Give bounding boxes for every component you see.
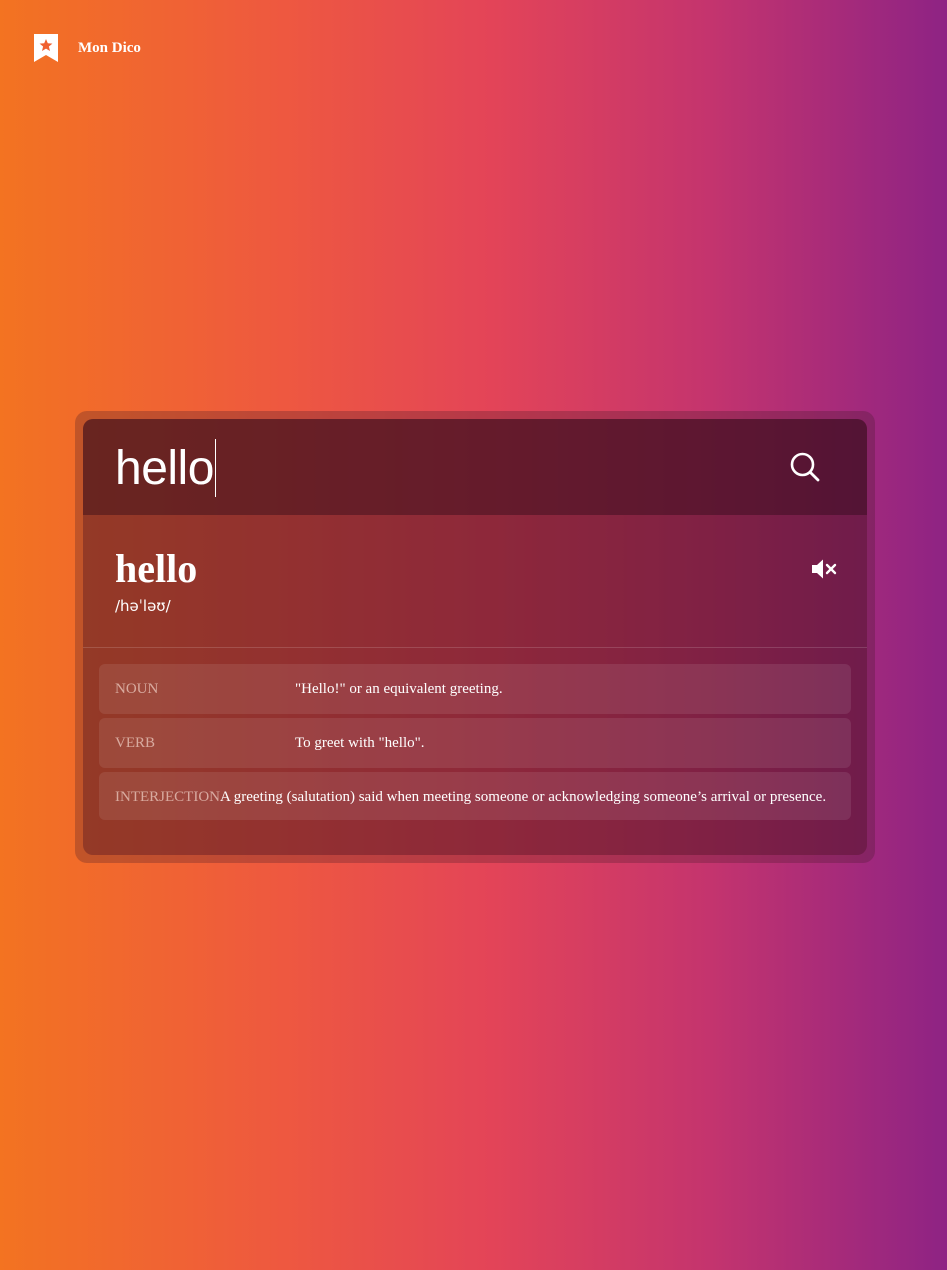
definition-row: VERB To greet with "hello".	[99, 718, 851, 768]
headword: hello	[115, 546, 198, 591]
text-caret	[214, 439, 216, 497]
definition-text: To greet with "hello".	[295, 735, 425, 751]
search-icon[interactable]	[789, 451, 821, 483]
search-input-value: hello	[115, 441, 214, 495]
word-header: hello /həˈləʊ/	[83, 515, 867, 648]
speaker-muted-icon[interactable]	[811, 558, 837, 580]
bookmark-star-icon	[34, 34, 58, 62]
dictionary-card: hello hello /həˈləʊ/ NOUN "Hello!" or an…	[75, 411, 875, 863]
part-of-speech: VERB	[115, 735, 156, 751]
brand-name: Mon Dico	[78, 39, 141, 56]
definition-text: A greeting (salutation) said when meetin…	[220, 789, 827, 805]
part-of-speech: NOUN	[115, 681, 159, 697]
phonetic: /həˈləʊ/	[115, 597, 171, 615]
definition-row: NOUN "Hello!" or an equivalent greeting.	[99, 664, 851, 714]
brand[interactable]: Mon Dico	[34, 34, 141, 62]
search-bar: hello	[83, 419, 867, 515]
definition-row: INTERJECTION A greeting (salutation) sai…	[99, 772, 851, 820]
search-input[interactable]: hello	[115, 437, 216, 499]
definition-text: "Hello!" or an equivalent greeting.	[295, 681, 503, 697]
definitions-list: NOUN "Hello!" or an equivalent greeting.…	[99, 664, 851, 824]
part-of-speech: INTERJECTION	[115, 789, 220, 805]
dictionary-panel: hello hello /həˈləʊ/ NOUN "Hello!" or an…	[83, 419, 867, 855]
